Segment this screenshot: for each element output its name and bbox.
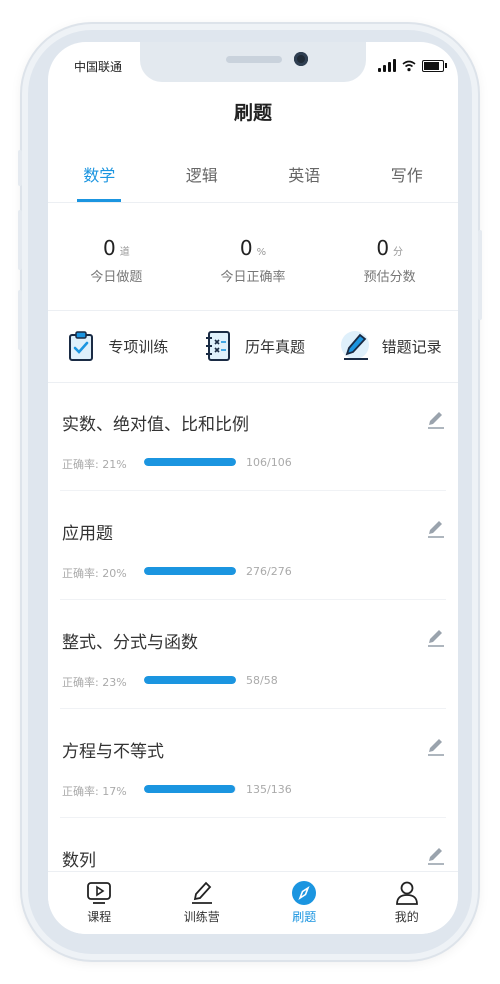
accuracy-value: 21% bbox=[102, 458, 127, 471]
nav-training-camp[interactable]: 训练营 bbox=[151, 872, 254, 934]
pen-icon bbox=[340, 331, 369, 360]
carrier-name: 中国联通 bbox=[74, 60, 123, 74]
stat-accuracy-today: 0% 今日正确率 bbox=[185, 202, 322, 310]
topic-list: 实数、绝对值、比和比例 正确率: 21% 106/106 应用题 正确率: 20% 276… bbox=[48, 382, 458, 927]
stat-unit: 分 bbox=[393, 247, 404, 258]
page-title: 刷题 bbox=[233, 102, 272, 124]
progress-fill bbox=[144, 785, 236, 793]
nav-label: 刷题 bbox=[292, 910, 317, 924]
nav-label: 课程 bbox=[87, 910, 112, 924]
accuracy-text: 正确率: 20% bbox=[62, 565, 127, 581]
mistake-record-button[interactable]: 错题记录 bbox=[321, 329, 458, 363]
nav-profile[interactable]: 我的 bbox=[356, 872, 459, 934]
stat-estimated-score: 0分 预估分数 bbox=[321, 202, 458, 310]
topic-title: 应用题 bbox=[62, 524, 113, 544]
stat-value: 0 bbox=[239, 236, 253, 260]
stat-unit: 道 bbox=[119, 247, 130, 258]
notch bbox=[140, 42, 366, 82]
volume-up-button bbox=[18, 210, 22, 270]
nav-label: 训练营 bbox=[183, 910, 220, 924]
signal-icon bbox=[378, 58, 396, 72]
stat-unit: % bbox=[256, 247, 267, 258]
speaker bbox=[226, 56, 282, 63]
stat-label: 今日做题 bbox=[90, 270, 143, 285]
accuracy-prefix: 正确率: bbox=[62, 567, 103, 580]
tab-math[interactable]: 数学 bbox=[48, 142, 151, 202]
progress-bar bbox=[144, 567, 236, 575]
app-screen: 中国联通 刷题 数学 逻辑 英语 写作 0道 今日做题 0% 今日正确率 0分 … bbox=[48, 42, 458, 934]
topic-title: 实数、绝对值、比和比例 bbox=[62, 415, 249, 435]
edit-icon[interactable] bbox=[426, 737, 446, 757]
mistake-record-label: 错题记录 bbox=[381, 337, 442, 356]
accuracy-value: 20% bbox=[102, 567, 127, 580]
edit-icon bbox=[191, 881, 212, 904]
accuracy-prefix: 正确率: bbox=[62, 458, 103, 471]
special-training-button[interactable]: 专项训练 bbox=[48, 329, 185, 363]
topic-row[interactable]: 整式、分式与函数正确率: 23% 58/58 bbox=[60, 600, 446, 709]
progress-fill bbox=[144, 567, 236, 575]
nav-courses[interactable]: 课程 bbox=[48, 872, 151, 934]
edit-icon[interactable] bbox=[426, 846, 446, 866]
stat-label: 预估分数 bbox=[363, 270, 416, 285]
accuracy-text: 正确率: 23% bbox=[62, 674, 127, 690]
topic-title: 方程与不等式 bbox=[62, 742, 164, 762]
edit-icon[interactable] bbox=[426, 519, 446, 539]
notebook-icon bbox=[206, 331, 230, 361]
accuracy-text: 正确率: 17% bbox=[62, 783, 127, 799]
tab-logic[interactable]: 逻辑 bbox=[151, 142, 254, 202]
accuracy-prefix: 正确率: bbox=[62, 676, 103, 689]
progress-bar bbox=[144, 458, 236, 466]
special-training-label: 专项训练 bbox=[108, 337, 169, 356]
edit-icon[interactable] bbox=[426, 628, 446, 648]
status-icons bbox=[378, 58, 447, 72]
accuracy-prefix: 正确率: bbox=[62, 785, 103, 798]
past-exams-button[interactable]: 历年真题 bbox=[185, 329, 322, 363]
stat-value: 0 bbox=[102, 236, 116, 260]
bottom-nav: 课程 训练营 刷题 我的 bbox=[48, 871, 458, 934]
topic-row[interactable]: 实数、绝对值、比和比例正确率: 21% 106/106 bbox=[60, 382, 446, 491]
progress-bar bbox=[144, 785, 236, 793]
topic-row[interactable]: 方程与不等式正确率: 17% 135/136 bbox=[60, 709, 446, 818]
nav-label: 我的 bbox=[394, 910, 419, 924]
accuracy-value: 23% bbox=[102, 676, 127, 689]
topic-title: 整式、分式与函数 bbox=[62, 633, 198, 653]
battery-icon bbox=[422, 60, 447, 72]
progress-count: 135/136 bbox=[246, 783, 292, 796]
progress-count: 106/106 bbox=[246, 456, 292, 469]
clipboard-check-icon bbox=[69, 331, 94, 361]
tab-english[interactable]: 英语 bbox=[253, 142, 356, 202]
accuracy-text: 正确率: 21% bbox=[62, 456, 127, 472]
volume-down-button bbox=[18, 290, 22, 350]
progress-bar bbox=[144, 676, 236, 684]
daily-stats: 0道 今日做题 0% 今日正确率 0分 预估分数 bbox=[48, 202, 458, 311]
stat-questions-today: 0道 今日做题 bbox=[48, 202, 185, 310]
past-exams-label: 历年真题 bbox=[245, 337, 306, 356]
play-icon bbox=[87, 882, 112, 904]
topic-title: 数列 bbox=[62, 851, 96, 871]
progress-fill bbox=[144, 458, 236, 466]
progress-count: 276/276 bbox=[246, 565, 292, 578]
topic-row[interactable]: 应用题正确率: 20% 276/276 bbox=[60, 491, 446, 600]
tab-writing[interactable]: 写作 bbox=[356, 142, 459, 202]
front-camera bbox=[294, 52, 308, 66]
accuracy-value: 17% bbox=[102, 785, 127, 798]
compass-icon bbox=[292, 881, 317, 905]
user-icon bbox=[395, 881, 418, 905]
quick-actions: 专项训练 历年真题 错题记录 bbox=[48, 310, 458, 383]
progress-count: 58/58 bbox=[246, 674, 278, 687]
progress-fill bbox=[144, 676, 236, 684]
stat-value: 0 bbox=[376, 236, 390, 260]
edit-icon[interactable] bbox=[426, 410, 446, 430]
subject-tabs: 数学 逻辑 英语 写作 bbox=[48, 142, 458, 203]
mute-switch bbox=[18, 150, 22, 186]
stat-label: 今日正确率 bbox=[220, 270, 286, 285]
nav-practice[interactable]: 刷题 bbox=[253, 872, 356, 934]
power-button bbox=[478, 230, 482, 320]
wifi-icon bbox=[402, 60, 416, 72]
